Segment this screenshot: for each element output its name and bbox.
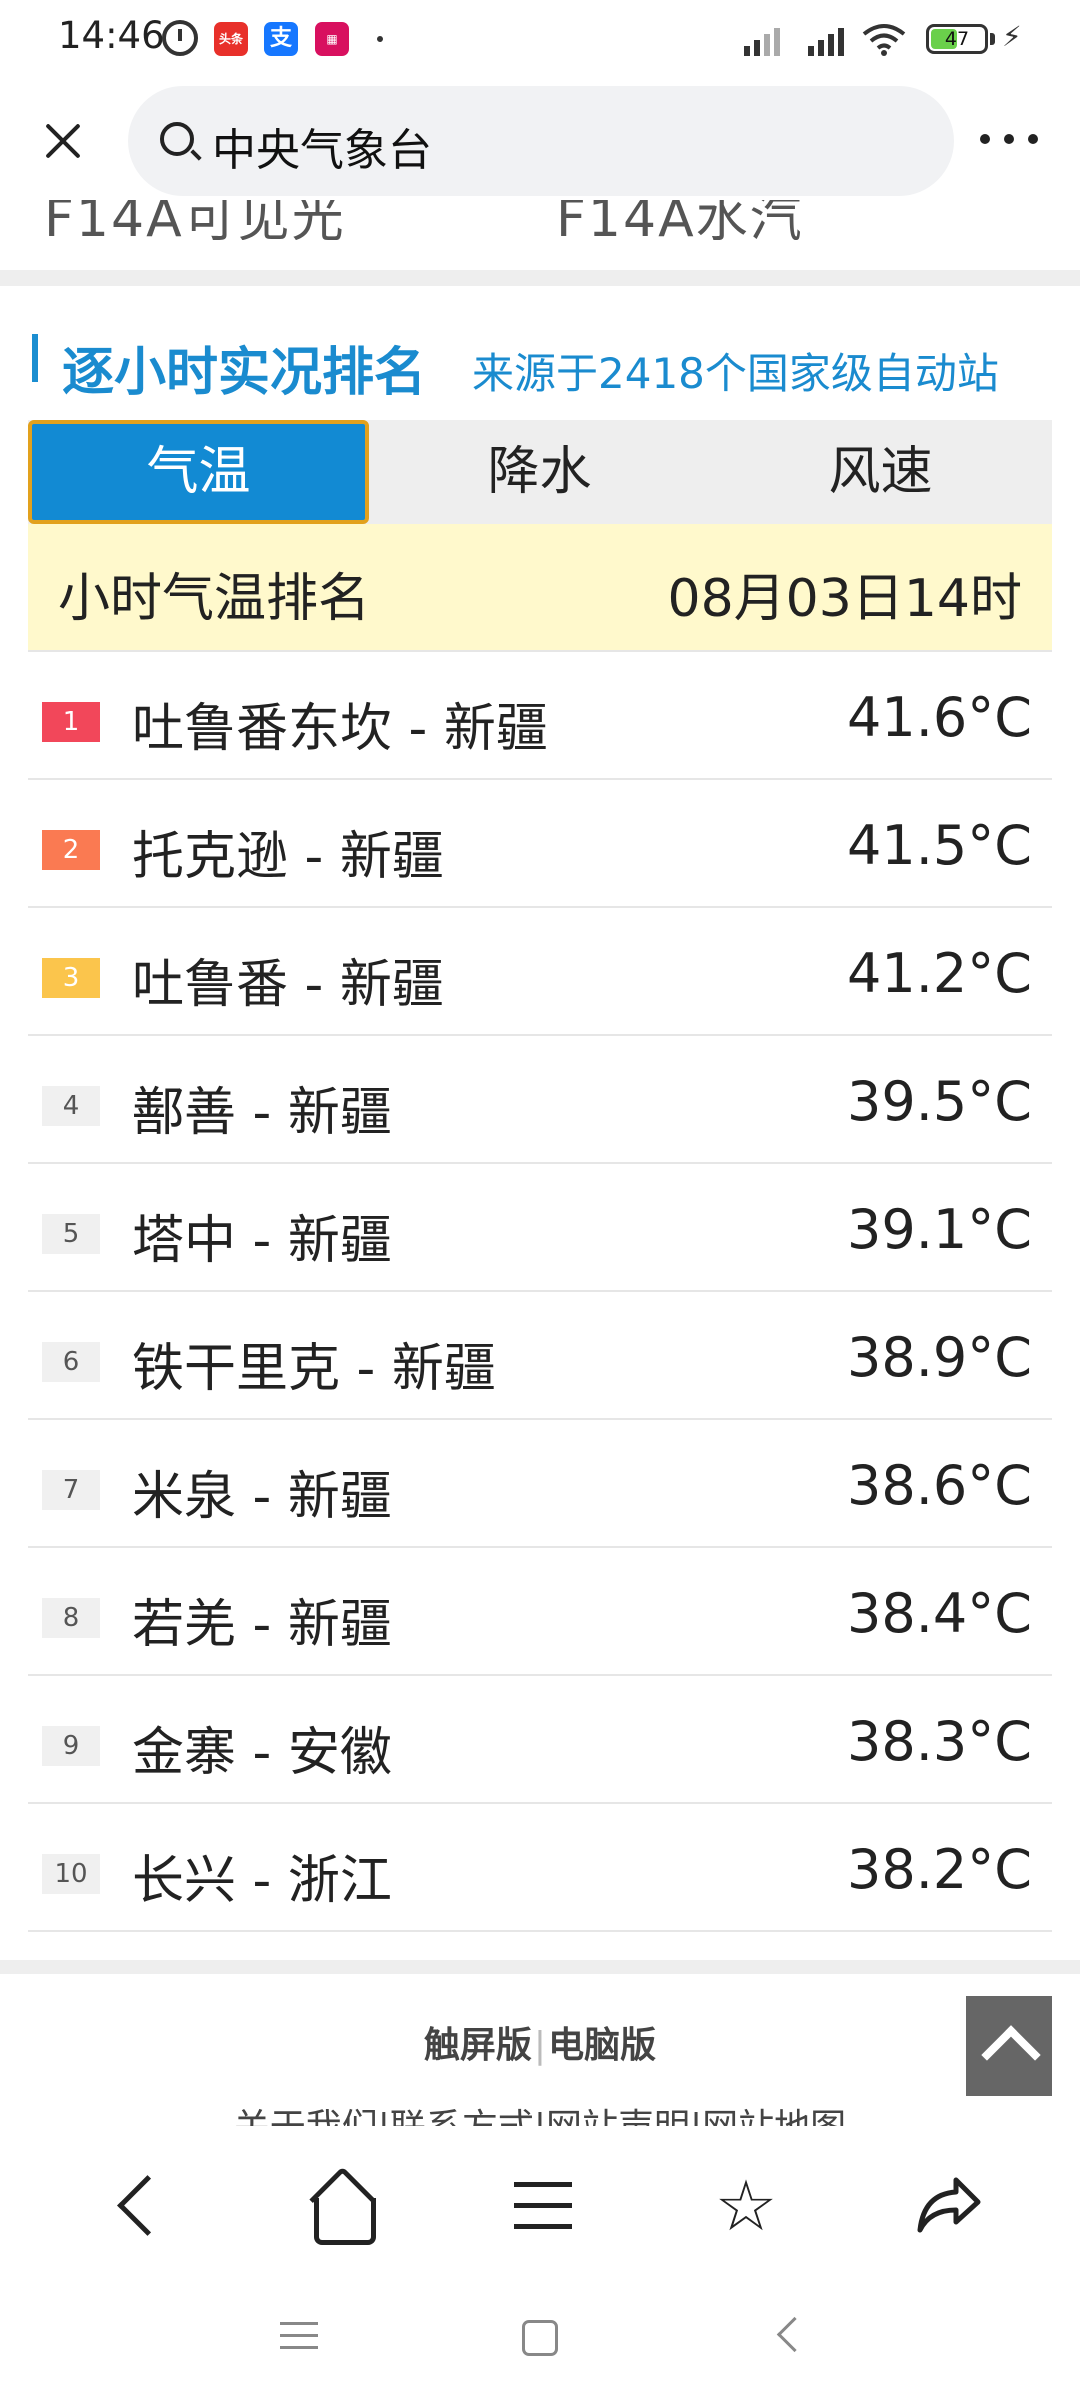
station-name: 金寨 - 安徽: [132, 1723, 392, 1783]
browser-nav-bar: ☆: [0, 2126, 1080, 2276]
recent-apps-icon[interactable]: [274, 2316, 324, 2356]
station-name: 塔中 - 新疆: [132, 1211, 392, 1271]
rank-badge: 2: [42, 830, 100, 870]
list-item[interactable]: 10 长兴 - 浙江 38.2°C: [28, 1804, 1052, 1932]
ranking-header: 小时气温排名 08月03日14时: [28, 524, 1052, 652]
tab-precipitation[interactable]: 降水: [369, 420, 710, 524]
menu-icon[interactable]: [504, 2166, 584, 2246]
cutoff-previous-content: F14A可见光 F14A水汽: [0, 200, 1080, 240]
rank-badge: 7: [42, 1470, 100, 1510]
touch-version-link[interactable]: 触屏版: [424, 2025, 532, 2066]
status-bar: 14:46 头条 支 ▦ 47 ⚡: [0, 0, 1080, 80]
tab-wind-speed[interactable]: 风速: [710, 420, 1051, 524]
footer-links: 关于我们|联系方式|网站声明|网站地图: [0, 2106, 1080, 2126]
signal-icon: [806, 22, 854, 56]
rank-badge: 3: [42, 958, 100, 998]
list-item[interactable]: 5 塔中 - 新疆 39.1°C: [28, 1164, 1052, 1292]
station-name: 鄯善 - 新疆: [132, 1083, 392, 1143]
list-item[interactable]: 1 吐鲁番东坎 - 新疆 41.6°C: [28, 652, 1052, 780]
notification-dot-icon: [377, 36, 383, 42]
browser-top-bar: 中央气象台: [0, 80, 1080, 200]
battery-icon: 47: [926, 24, 988, 54]
wifi-icon: [862, 22, 906, 56]
station-name: 托克逊 - 新疆: [132, 827, 444, 887]
cutoff-label-2: F14A水汽: [556, 200, 804, 240]
screen: 14:46 头条 支 ▦ 47 ⚡ 中央气象台 F14A可见光 F14A水汽 逐…: [0, 0, 1080, 2400]
status-time: 14:46: [58, 14, 165, 57]
battery-level: 47: [944, 28, 970, 50]
section-accent-bar: [32, 334, 38, 382]
system-back-icon[interactable]: [764, 2316, 814, 2356]
game-icon: ▦: [315, 22, 349, 56]
bookmark-star-icon[interactable]: ☆: [706, 2166, 786, 2246]
section-header: 逐小时实况排名 来源于2418个国家级自动站: [30, 330, 1060, 403]
rank-badge: 8: [42, 1598, 100, 1638]
footer-links-text[interactable]: 关于我们|联系方式|网站声明|网站地图: [234, 2107, 846, 2126]
ranking-time: 08月03日14时: [667, 569, 1022, 629]
alarm-icon: [162, 20, 198, 56]
temperature-value: 38.3°C: [847, 1710, 1032, 1773]
temperature-value: 38.4°C: [847, 1582, 1032, 1645]
rank-badge: 1: [42, 702, 100, 742]
rank-badge: 9: [42, 1726, 100, 1766]
home-icon[interactable]: [300, 2166, 380, 2246]
search-icon: [160, 122, 194, 156]
close-icon[interactable]: [38, 116, 88, 166]
list-item[interactable]: 8 若羌 - 新疆 38.4°C: [28, 1548, 1052, 1676]
signal-hd-icon: [742, 22, 790, 56]
rank-badge: 10: [42, 1854, 100, 1894]
back-icon[interactable]: [96, 2166, 176, 2246]
list-item[interactable]: 9 金寨 - 安徽 38.3°C: [28, 1676, 1052, 1804]
system-nav-bar: [0, 2276, 1080, 2400]
footer-divider: [0, 1960, 1080, 1974]
section-source: 来源于2418个国家级自动站: [472, 349, 999, 398]
temperature-value: 41.2°C: [847, 942, 1032, 1005]
search-query: 中央气象台: [212, 125, 432, 176]
share-icon[interactable]: [908, 2166, 988, 2246]
section-divider: [0, 270, 1080, 286]
list-item[interactable]: 6 铁干里克 - 新疆 38.9°C: [28, 1292, 1052, 1420]
ranking-list: 1 吐鲁番东坎 - 新疆 41.6°C 2 托克逊 - 新疆 41.5°C 3 …: [28, 652, 1052, 1932]
temperature-value: 38.6°C: [847, 1454, 1032, 1517]
temperature-value: 39.5°C: [847, 1070, 1032, 1133]
station-name: 吐鲁番东坎 - 新疆: [132, 699, 548, 759]
temperature-value: 38.2°C: [847, 1838, 1032, 1901]
alipay-icon: 支: [264, 22, 298, 56]
tab-temperature[interactable]: 气温: [28, 420, 369, 524]
temperature-value: 41.6°C: [847, 686, 1032, 749]
station-name: 吐鲁番 - 新疆: [132, 955, 444, 1015]
system-home-icon[interactable]: [514, 2316, 564, 2356]
rank-badge: 4: [42, 1086, 100, 1126]
station-name: 铁干里克 - 新疆: [132, 1339, 496, 1399]
more-options-icon[interactable]: [980, 134, 1040, 148]
charging-icon: ⚡: [1002, 20, 1022, 53]
temperature-value: 41.5°C: [847, 814, 1032, 877]
temperature-value: 39.1°C: [847, 1198, 1032, 1261]
station-name: 若羌 - 新疆: [132, 1595, 392, 1655]
toutiao-icon: 头条: [214, 22, 248, 56]
list-item[interactable]: 3 吐鲁番 - 新疆 41.2°C: [28, 908, 1052, 1036]
rank-badge: 5: [42, 1214, 100, 1254]
temperature-value: 38.9°C: [847, 1326, 1032, 1389]
list-item[interactable]: 2 托克逊 - 新疆 41.5°C: [28, 780, 1052, 908]
list-item[interactable]: 4 鄯善 - 新疆 39.5°C: [28, 1036, 1052, 1164]
station-name: 长兴 - 浙江: [132, 1851, 392, 1911]
ranking-tabs: 气温 降水 风速: [28, 420, 1052, 524]
station-name: 米泉 - 新疆: [132, 1467, 392, 1527]
list-item[interactable]: 7 米泉 - 新疆 38.6°C: [28, 1420, 1052, 1548]
version-switch: 触屏版|电脑版: [423, 2025, 657, 2066]
back-to-top-button[interactable]: [966, 1996, 1052, 2096]
section-title: 逐小时实况排名: [62, 343, 427, 403]
pc-version-link[interactable]: 电脑版: [548, 2025, 656, 2066]
ranking-title: 小时气温排名: [58, 569, 371, 629]
rank-badge: 6: [42, 1342, 100, 1382]
cutoff-label-1: F14A可见光: [44, 200, 346, 240]
search-input[interactable]: 中央气象台: [128, 86, 954, 196]
